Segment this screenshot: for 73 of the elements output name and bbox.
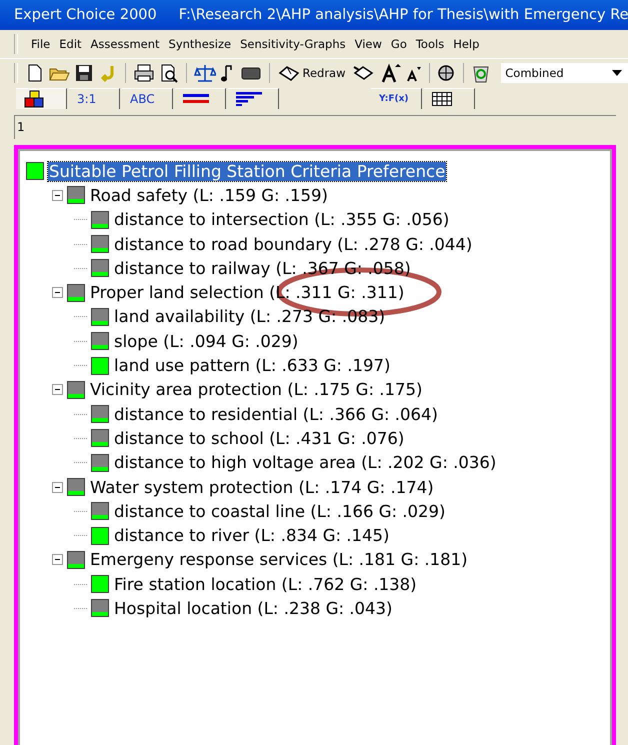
- new-file-icon[interactable]: [26, 63, 44, 83]
- priority-icon: [91, 356, 109, 375]
- tree-node[interactable]: distance to high voltage area (L: .202 G: .036): [113, 453, 498, 472]
- tree-node[interactable]: Suitable Petrol Filling Station Criteria Preference: [48, 162, 446, 181]
- menu-item[interactable]: Edit: [59, 37, 82, 51]
- menu-item[interactable]: Tools: [416, 37, 444, 51]
- menu-item[interactable]: Assessment: [90, 37, 160, 51]
- view-tab[interactable]: [228, 88, 279, 109]
- collapse-icon[interactable]: [52, 190, 63, 201]
- priority-icon: [67, 380, 85, 399]
- priority-icon: [91, 235, 109, 254]
- table-icon: [432, 92, 452, 106]
- cubes-icon: [24, 90, 46, 108]
- tree-node[interactable]: distance to road boundary (L: .278 G: .044): [113, 234, 474, 254]
- priority-icon: [91, 332, 109, 350]
- tree-node[interactable]: Vicinity area protection (L: .175 G: .175): [89, 380, 424, 400]
- print-icon[interactable]: [132, 63, 155, 83]
- tree-node[interactable]: distance to river (L: .834 G: .145): [113, 526, 390, 546]
- balance-scale-icon[interactable]: [194, 63, 216, 83]
- node-path-field[interactable]: 1: [14, 115, 616, 139]
- view-tab[interactable]: [16, 88, 67, 109]
- dropdown-arrow-icon: [612, 70, 622, 76]
- priority-icon: [91, 502, 109, 520]
- priority-icon: [26, 162, 44, 180]
- redraw-button[interactable]: Redraw: [276, 64, 348, 82]
- view-tab[interactable]: Y:F(x): [371, 88, 422, 109]
- tree-node[interactable]: distance to residential (L: .366 G: .064): [113, 404, 439, 424]
- view-tab[interactable]: [424, 88, 475, 109]
- collapse-icon[interactable]: [52, 384, 63, 396]
- priority-icon: [91, 259, 109, 278]
- tree-node[interactable]: Road safety (L: .159 G: .159): [89, 186, 329, 205]
- menu-item[interactable]: Go: [390, 37, 407, 51]
- view-tab[interactable]: 3:1: [69, 88, 120, 109]
- priority-icon: [91, 210, 109, 229]
- bars-icon: [183, 93, 209, 105]
- eraser-icon: [278, 64, 300, 82]
- priority-icon: [91, 575, 109, 594]
- view-tab[interactable]: [175, 88, 226, 109]
- file-path: F:\Research 2\AHP analysis\AHP for Thesis\with Emergency Re: [178, 7, 628, 23]
- priority-icon: [91, 405, 109, 424]
- save-icon[interactable]: [74, 63, 94, 83]
- tree-node[interactable]: Hospital location (L: .238 G: .043): [113, 598, 394, 618]
- priority-icon: [67, 550, 85, 569]
- menu-item[interactable]: Help: [453, 37, 480, 51]
- tree-node[interactable]: Fire station location (L: .762 G: .138): [113, 574, 418, 594]
- menu-item[interactable]: Synthesize: [168, 37, 232, 51]
- priority-icon: [67, 284, 85, 302]
- lines-icon: [236, 92, 262, 106]
- menu-item[interactable]: View: [354, 37, 382, 51]
- priority-icon: [91, 526, 109, 545]
- collapse-icon[interactable]: [52, 287, 63, 298]
- mode-dropdown[interactable]: Combined: [501, 63, 628, 83]
- tree-node[interactable]: distance to school (L: .431 G: .076): [113, 428, 406, 448]
- priority-icon: [91, 429, 109, 448]
- app-title: Expert Choice 2000: [14, 7, 157, 23]
- menu-item[interactable]: Sensitivity-Graphs: [240, 37, 346, 51]
- priority-icon: [91, 308, 109, 326]
- tree-node[interactable]: slope (L: .094 G: .029): [113, 332, 300, 351]
- priority-icon: [91, 599, 109, 618]
- priority-icon: [91, 454, 109, 472]
- tree-node[interactable]: distance to coastal line (L: .166 G: .029): [113, 502, 446, 521]
- tree-node[interactable]: land use pattern (L: .633 G: .197): [113, 356, 392, 376]
- tree-node[interactable]: Emergeny response services (L: .181 G: .181): [89, 550, 469, 570]
- tree-node[interactable]: distance to intersection (L: .355 G: .056): [113, 210, 450, 230]
- priority-icon: [67, 186, 85, 204]
- font-larger-icon[interactable]: [380, 62, 402, 84]
- collapse-icon[interactable]: [52, 482, 63, 492]
- print-preview-icon[interactable]: [158, 63, 179, 83]
- priority-icon: [67, 478, 85, 496]
- menu-item[interactable]: File: [31, 37, 50, 51]
- collapse-icon[interactable]: [52, 554, 63, 566]
- view-tab[interactable]: ABC: [122, 88, 173, 109]
- tree-node[interactable]: Water system protection (L: .174 G: .174): [89, 478, 435, 496]
